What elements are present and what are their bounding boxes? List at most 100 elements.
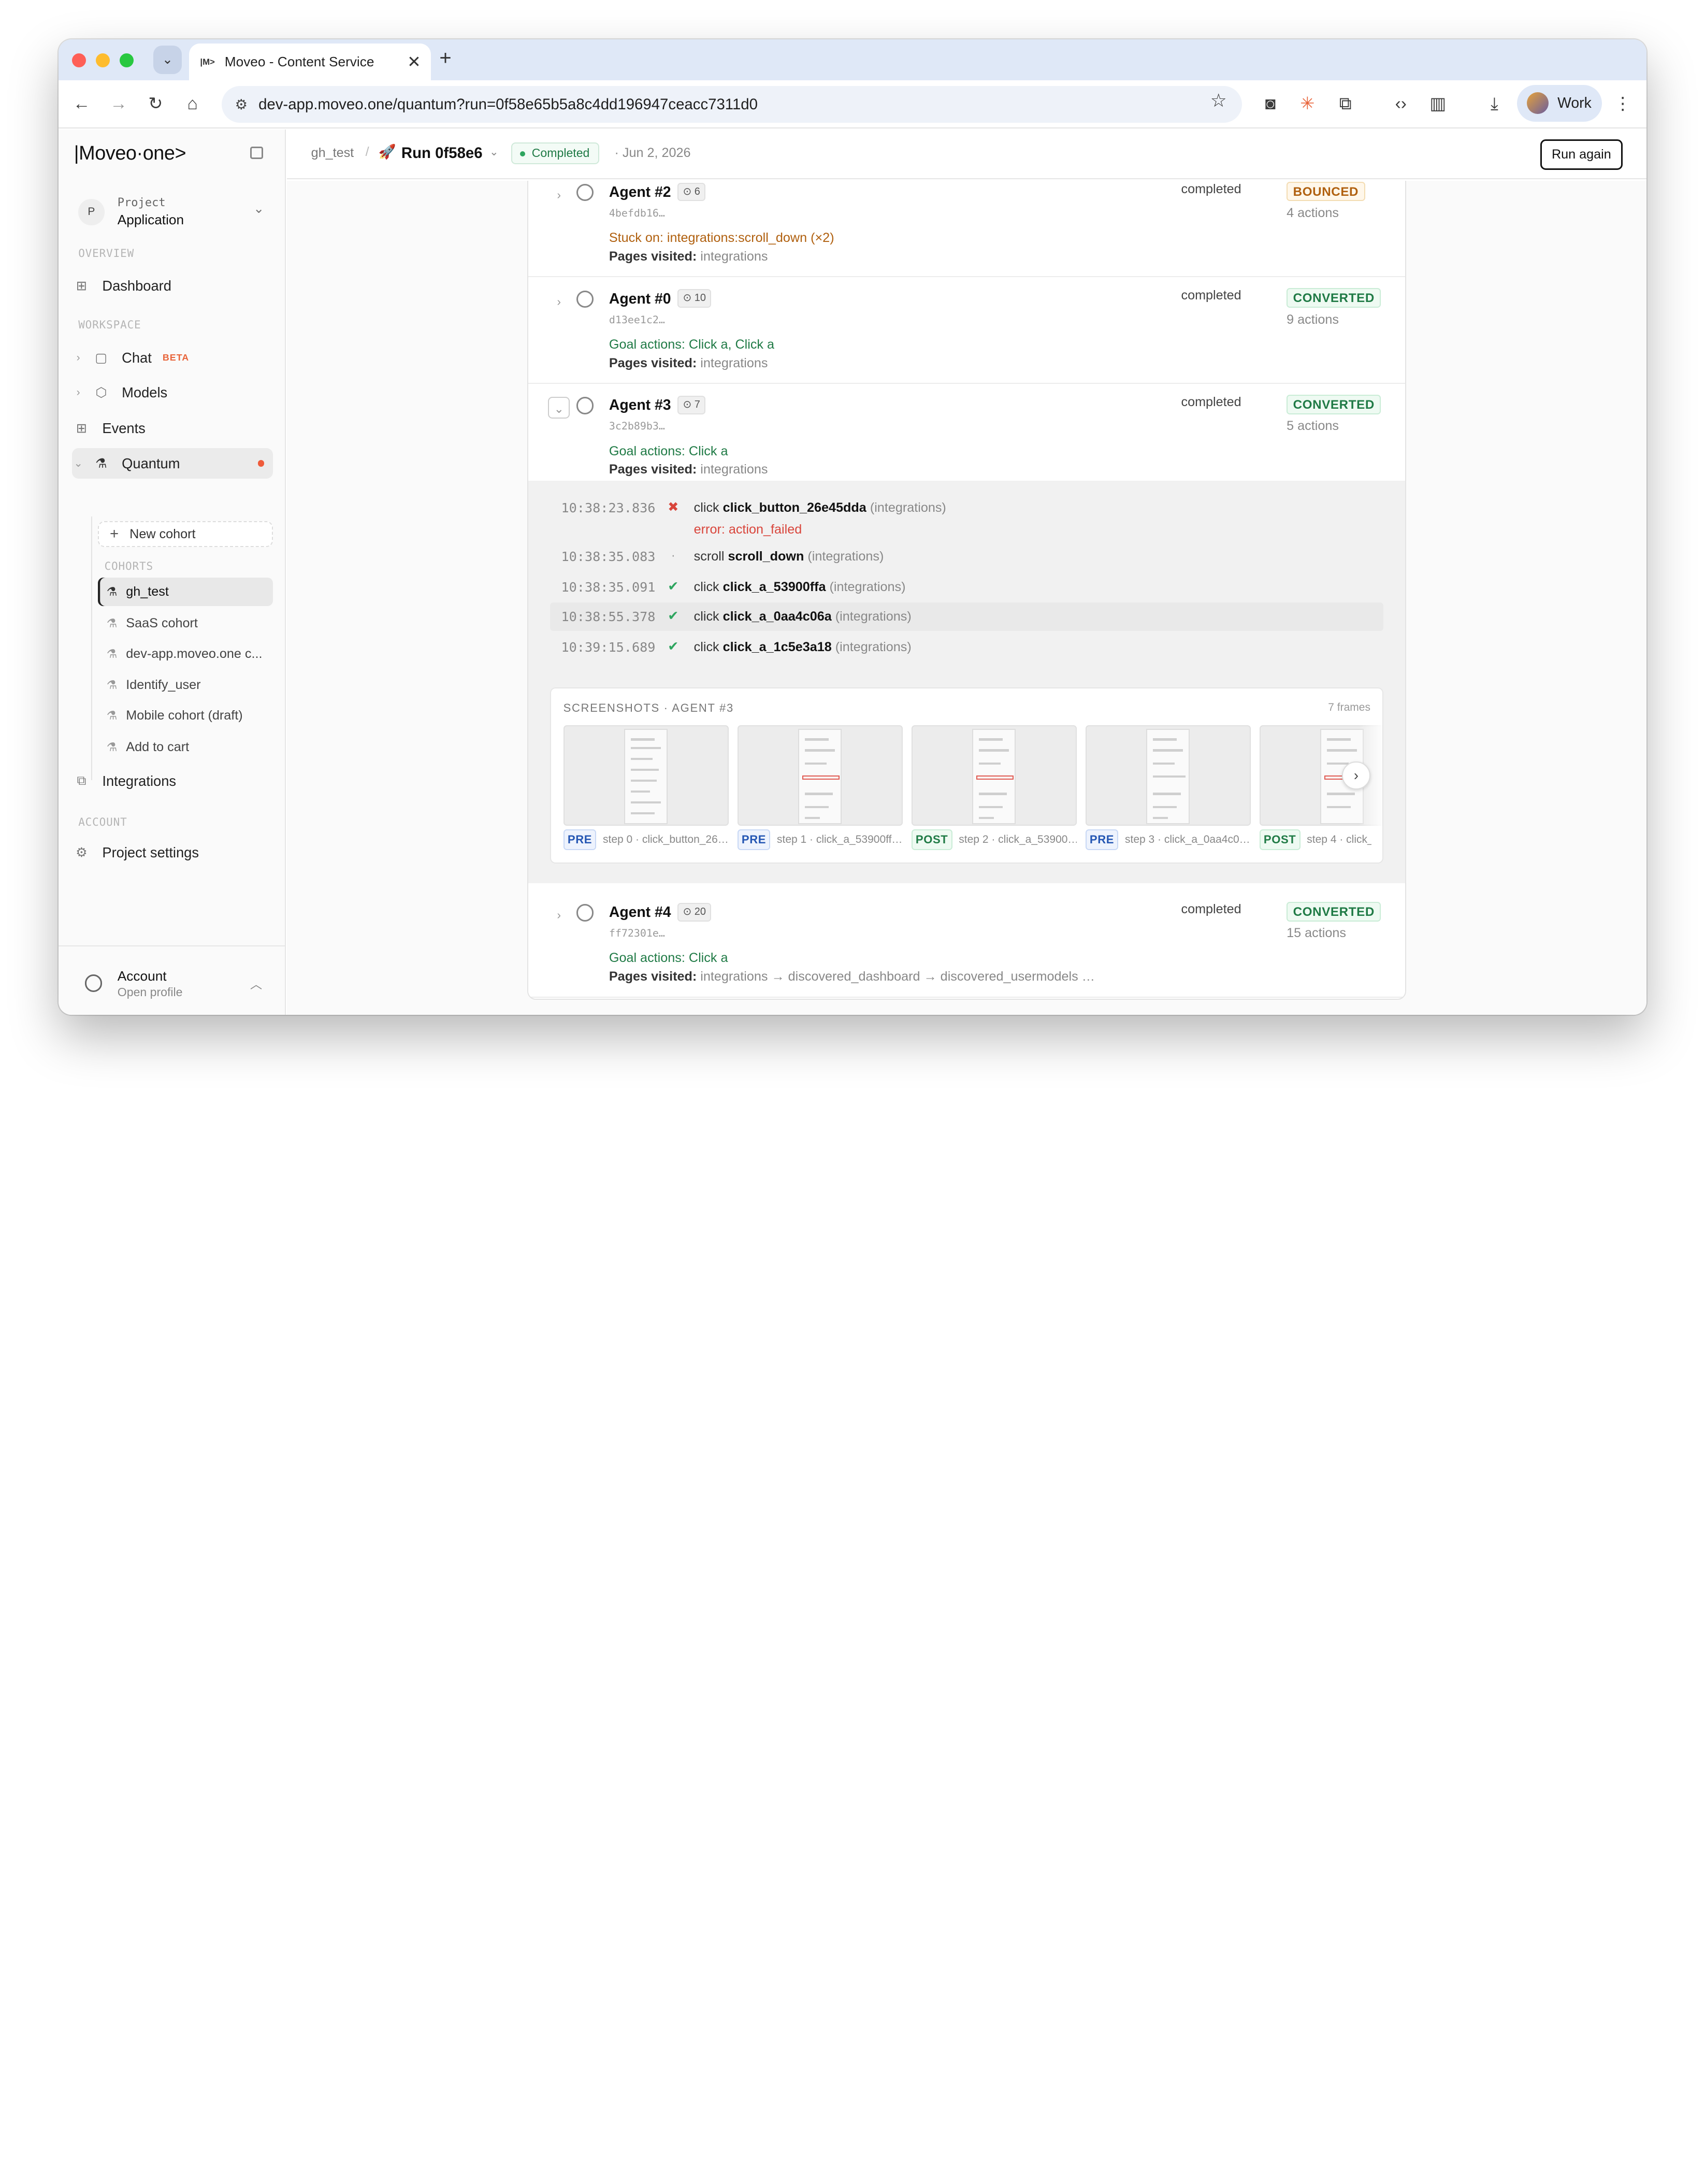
new-tab-plus-icon[interactable]: +: [439, 47, 451, 70]
maximize-window-button[interactable]: [119, 53, 134, 68]
chevron-down-icon[interactable]: ⌄: [489, 146, 499, 159]
close-window-button[interactable]: [71, 53, 86, 68]
code-icon[interactable]: ‹›: [1388, 91, 1414, 117]
sidebar-item-models[interactable]: › ⬡ Models: [72, 378, 273, 408]
collapse-sidebar-icon[interactable]: [250, 147, 264, 159]
pages-label: Pages visited:: [609, 462, 697, 477]
agent-detail-panel: 10:38:23.836 ✖ click click_button_26e45d…: [528, 481, 1406, 884]
event-verb: click: [693, 639, 719, 654]
claude-extension-icon[interactable]: ✳: [1294, 91, 1320, 117]
stuck-line: Stuck on: integrations:scroll_down (×2): [609, 231, 834, 246]
chevron-right-icon[interactable]: ›: [1342, 761, 1370, 790]
check-icon: ✔: [668, 608, 679, 623]
cohort-item[interactable]: ⚗ gh_test: [97, 578, 273, 606]
home-icon[interactable]: ⌂: [179, 91, 205, 117]
side-panel-icon[interactable]: ▥: [1425, 91, 1451, 117]
breadcrumb-cohort[interactable]: gh_test: [311, 146, 354, 161]
action-count: 4 actions: [1287, 205, 1339, 220]
cohort-item[interactable]: ⚗ Identify_user: [98, 671, 273, 700]
agent-row[interactable]: › Agent #4 ⊙ 20 ff72301e… Goal actions: …: [528, 890, 1406, 998]
agent-row[interactable]: › Agent #0 ⊙ 10 d13ee1c2… Goal actions: …: [528, 277, 1406, 384]
app-logo[interactable]: |Moveo·one>: [74, 142, 186, 165]
cohort-item[interactable]: ⚗ Mobile cohort (draft): [98, 701, 273, 730]
address-bar[interactable]: ⚙ dev-app.moveo.one/quantum?run=0f58e65b…: [222, 85, 1242, 123]
sidebar-item-events[interactable]: ⊞ Events: [72, 413, 273, 444]
grid-icon: ⊞: [76, 279, 88, 294]
cohort-item[interactable]: ⚗ dev-app.moveo.one c...: [98, 640, 273, 668]
chevron-right-icon[interactable]: ›: [72, 352, 85, 364]
goal-label: Goal actions:: [609, 443, 685, 458]
chevron-right-icon[interactable]: ›: [548, 184, 570, 206]
profile-button[interactable]: Work: [1517, 84, 1602, 122]
event-row[interactable]: 10:38:23.836 ✖ click click_button_26e45d…: [550, 494, 1383, 541]
app-root: |Moveo·one> P Project Application ⌄ OVER…: [59, 129, 1647, 1015]
screenshot-count: ⊙ 20: [677, 902, 712, 922]
plus-icon: +: [109, 525, 119, 543]
cube-icon: ⬡: [95, 385, 107, 400]
reload-icon[interactable]: ↻: [142, 91, 168, 117]
event-text: click click_a_53900ffa (integrations): [694, 580, 906, 595]
run-again-button[interactable]: Run again: [1540, 139, 1623, 170]
goal-label: Goal actions:: [609, 337, 685, 352]
event-row[interactable]: 10:38:35.091 ✔ click click_a_53900ffa (i…: [550, 573, 1383, 602]
goal-value: Click a: [688, 443, 728, 458]
screenshot-thumbnail[interactable]: [911, 725, 1077, 826]
camera-icon[interactable]: ◙: [1258, 91, 1283, 117]
new-cohort-button[interactable]: + New cohort: [97, 521, 273, 548]
run-title[interactable]: Run 0f58e6: [401, 145, 483, 162]
sidebar-item-project-settings[interactable]: ⚙ Project settings: [72, 838, 273, 868]
cohort-label: Mobile cohort (draft): [126, 708, 243, 723]
event-row[interactable]: 10:39:15.689 ✔ click click_a_1c5e3a18 (i…: [550, 633, 1383, 662]
chevron-down-icon[interactable]: ⌄: [548, 397, 570, 419]
browser-toolbar: ← → ↻ ⌂ ⚙ dev-app.moveo.one/quantum?run=…: [59, 80, 1647, 128]
download-icon[interactable]: ⤓: [1481, 91, 1507, 117]
cohort-item[interactable]: ⚗ SaaS cohort: [98, 609, 273, 638]
sidebar-item-dashboard[interactable]: ⊞ Dashboard: [72, 271, 273, 301]
sidebar-item-chat[interactable]: › ▢ Chat BETA: [72, 342, 273, 373]
bookmark-star-icon[interactable]: ☆: [1210, 90, 1227, 111]
site-settings-icon[interactable]: ⚙: [235, 96, 248, 113]
back-arrow-icon[interactable]: ←: [68, 91, 94, 117]
screenshot-thumbnail[interactable]: [563, 725, 729, 826]
chevron-down-icon[interactable]: ⌄: [72, 457, 85, 470]
chevron-right-icon[interactable]: ›: [548, 904, 570, 926]
project-switcher[interactable]: P Project Application ⌄: [72, 188, 273, 236]
account-menu[interactable]: Account Open profile ︿: [59, 945, 286, 1015]
event-verb: click: [693, 580, 719, 595]
chevron-right-icon[interactable]: ›: [72, 386, 85, 399]
agent-row-expanded[interactable]: ⌄ Agent #3 ⊙ 7 3c2b89b3… Goal actions: C…: [528, 384, 1406, 491]
sidebar-item-quantum[interactable]: ⌄ ⚗ Quantum: [71, 448, 273, 479]
chevron-down-icon: ⌄: [253, 202, 265, 217]
browser-menu-icon[interactable]: ⋮: [1610, 91, 1636, 117]
agent-hash: 3c2b89b3…: [609, 420, 665, 433]
extensions-puzzle-icon[interactable]: ⧉: [1332, 91, 1358, 117]
main-content: › Agent #2 ⊙ 6 4befdb16… Stuck on: integ…: [287, 180, 1647, 1015]
event-verb: click: [693, 609, 719, 624]
cohorts-heading: COHORTS: [104, 560, 153, 573]
forward-arrow-icon[interactable]: →: [106, 91, 132, 117]
tab-search-chevron-icon[interactable]: ⌄: [153, 46, 182, 74]
profile-avatar: [1527, 92, 1549, 114]
status-badge: Completed: [511, 142, 600, 165]
flask-icon: ⚗: [106, 646, 118, 660]
goal-value: Click a, Click a: [688, 337, 775, 352]
outcome-badge: BOUNCED: [1287, 181, 1365, 202]
minimize-window-button[interactable]: [95, 53, 110, 68]
close-tab-icon[interactable]: ✕: [407, 52, 421, 71]
chevron-right-icon[interactable]: ›: [548, 291, 570, 312]
screenshot-thumbnail[interactable]: [1085, 725, 1251, 826]
agent-status: completed: [1181, 395, 1241, 410]
phase-tag: POST: [1259, 829, 1301, 850]
flask-icon: ⚗: [106, 678, 118, 692]
event-row[interactable]: 10:38:35.083 · scroll scroll_down (integ…: [550, 543, 1383, 571]
event-row[interactable]: 10:38:55.378 ✔ click click_a_0aa4c06a (i…: [550, 602, 1384, 631]
check-icon: ✔: [668, 579, 679, 594]
pages-line: Pages visited: integrations: [609, 462, 768, 477]
tab-active[interactable]: |M> Moveo - Content Service ✕: [189, 43, 431, 81]
project-name: Application: [117, 211, 184, 227]
sidebar-item-integrations[interactable]: ⧉ Integrations: [72, 766, 273, 796]
screenshot-thumbnail[interactable]: [737, 725, 903, 826]
agent-row[interactable]: › Agent #2 ⊙ 6 4befdb16… Stuck on: integ…: [528, 180, 1406, 278]
cohort-item[interactable]: ⚗ Add to cart: [98, 733, 273, 761]
error-x-icon: ✖: [668, 499, 679, 514]
